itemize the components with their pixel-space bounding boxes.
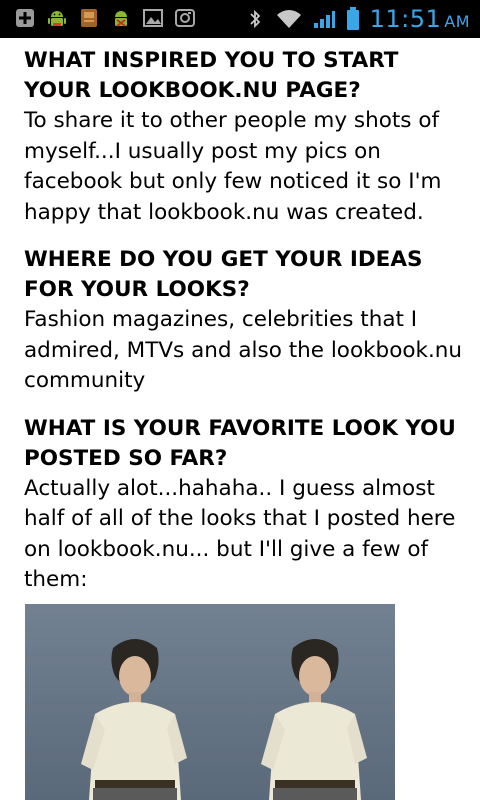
clock: 11:51 AM — [370, 5, 470, 33]
clock-time: 11:51 — [369, 5, 442, 33]
question-heading: WHAT IS YOUR FAVORITE LOOK YOU POSTED SO… — [24, 415, 456, 471]
image-icon — [143, 9, 163, 27]
qa-section: WHERE DO YOU GET YOUR IDEAS FOR YOUR LOO… — [24, 245, 470, 397]
notification-icons — [14, 7, 196, 29]
wifi-icon — [276, 10, 301, 28]
android-debug-icon — [115, 11, 127, 27]
qa-section: WHAT INSPIRED YOU TO START YOUR LOOKBOOK… — [24, 46, 470, 228]
status-bar: 11:51 AM — [0, 0, 480, 38]
question-heading: WHAT INSPIRED YOU TO START YOUR LOOKBOOK… — [24, 48, 399, 103]
answer-text: Actually alot...hahaha.. I guess almost … — [24, 475, 456, 593]
bluetooth-icon — [249, 9, 260, 29]
signal-icon — [313, 11, 335, 28]
plus-box-icon — [16, 9, 34, 27]
qa-section: WHAT IS YOUR FAVORITE LOOK YOU POSTED SO… — [24, 414, 470, 596]
clock-ampm: AM — [444, 12, 470, 31]
battery-icon — [346, 7, 359, 30]
app-icon — [81, 9, 97, 27]
answer-text: To share it to other people my shots of … — [24, 108, 442, 225]
camera-icon — [175, 9, 195, 27]
article-content: WHAT INSPIRED YOU TO START YOUR LOOKBOOK… — [24, 46, 470, 613]
look-photo[interactable] — [25, 604, 395, 800]
look-photo-image — [25, 604, 395, 800]
question-heading: WHERE DO YOU GET YOUR IDEAS FOR YOUR LOO… — [24, 247, 423, 302]
system-icons: 11:51 AM — [244, 2, 470, 36]
android-icon — [48, 11, 66, 26]
answer-text: Fashion magazines, celebrities that I ad… — [24, 307, 463, 393]
